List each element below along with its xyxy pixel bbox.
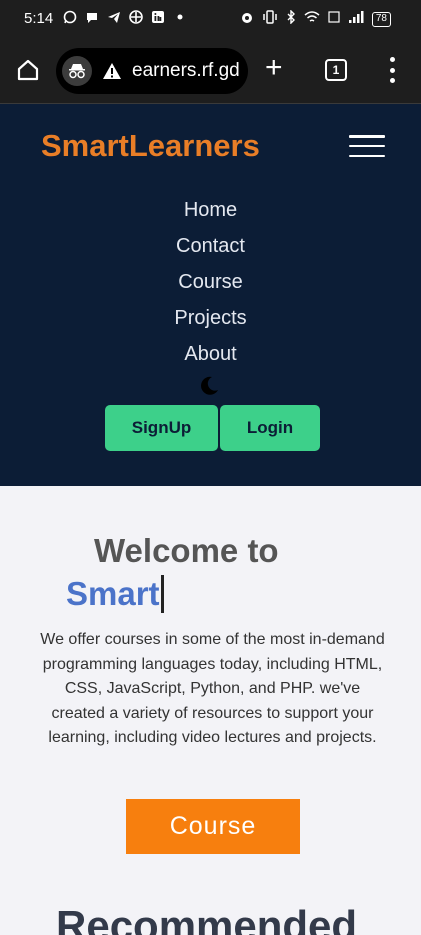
site-logo[interactable]: SmartLearners: [41, 128, 260, 164]
nav-course[interactable]: Course: [0, 266, 421, 302]
nav-home[interactable]: Home: [0, 194, 421, 230]
typing-cursor: [160, 575, 164, 613]
url-text[interactable]: earners.rf.gd: [132, 60, 240, 82]
browser-toolbar: earners.rf.gd + 1: [0, 38, 421, 104]
linkedin-icon: [150, 9, 165, 24]
typed-brand-text: Smart: [66, 575, 164, 613]
address-bar[interactable]: earners.rf.gd: [56, 48, 248, 94]
incognito-icon: [62, 56, 92, 86]
dot-icon: [172, 9, 187, 24]
hamburger-menu-icon[interactable]: [349, 135, 385, 157]
bluetooth-icon: [286, 9, 296, 28]
tab-switcher-button[interactable]: 1: [325, 59, 347, 81]
dark-mode-toggle-icon[interactable]: [198, 375, 220, 397]
main-nav: Home Contact Course Projects About: [0, 194, 421, 374]
nav-projects[interactable]: Projects: [0, 302, 421, 338]
wifi-icon: [304, 10, 320, 28]
alarm-icon: [240, 10, 254, 28]
intro-paragraph: We offer courses in some of the most in-…: [40, 631, 385, 746]
home-icon[interactable]: [16, 58, 40, 82]
status-bar: 5:14 78: [0, 0, 421, 38]
welcome-heading: Welcome to: [94, 532, 279, 569]
message-icon: [84, 9, 99, 24]
notification-icons: [62, 9, 187, 24]
warning-icon[interactable]: [102, 61, 122, 81]
login-button[interactable]: Login: [220, 405, 320, 451]
telegram-icon: [106, 9, 121, 24]
vibrate-icon: [262, 10, 278, 28]
auth-buttons: SignUp Login: [105, 405, 320, 451]
battery-icon: 78: [371, 11, 391, 27]
more-menu-icon[interactable]: [386, 57, 398, 83]
whatsapp-icon: [62, 9, 77, 24]
site-header: SmartLearners Home Contact Course Projec…: [0, 104, 421, 486]
course-button[interactable]: Course: [126, 799, 300, 854]
status-time: 5:14: [24, 10, 54, 27]
system-icons: 78: [240, 9, 391, 28]
signup-button[interactable]: SignUp: [105, 405, 218, 451]
nav-about[interactable]: About: [0, 338, 421, 374]
new-tab-icon[interactable]: +: [265, 53, 283, 83]
signal-icon: [348, 10, 364, 28]
typed-text: Smart: [66, 575, 160, 612]
app-grid-icon: [128, 9, 143, 24]
volte-icon: [328, 10, 340, 28]
recommended-heading: Recommended: [56, 902, 358, 935]
nav-contact[interactable]: Contact: [0, 230, 421, 266]
